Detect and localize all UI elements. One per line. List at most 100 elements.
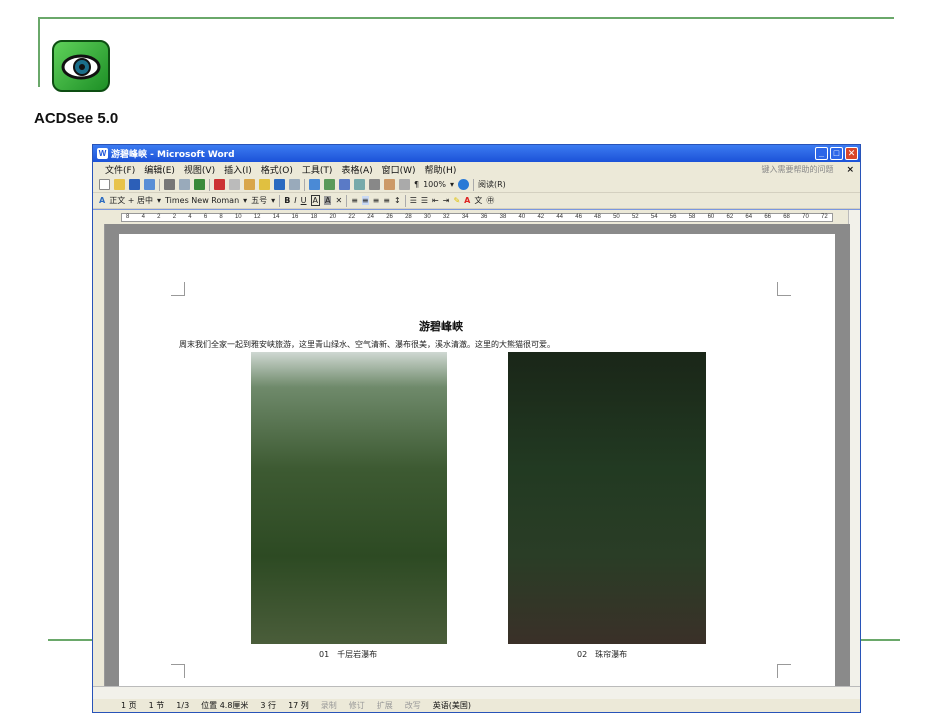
- line-spacing-icon[interactable]: ↕: [394, 196, 401, 205]
- status-rec[interactable]: 录制: [321, 700, 337, 711]
- font-color-icon[interactable]: A: [464, 196, 470, 205]
- undo-icon[interactable]: [274, 179, 285, 190]
- tables-icon[interactable]: [324, 179, 335, 190]
- minimize-button[interactable]: _: [815, 147, 828, 160]
- doc-map-icon[interactable]: [399, 179, 410, 190]
- word-window: W 游碧峰峡 - Microsoft Word _ □ ✕ 文件(F) 编辑(E…: [92, 144, 861, 713]
- document-area: 游碧峰峡 周末我们全家一起到雅安峡旅游，这里青山绿水、空气清新、瀑布很美，溪水清…: [105, 224, 850, 688]
- bullets-icon[interactable]: ☰: [421, 196, 428, 205]
- document-page[interactable]: 游碧峰峡 周末我们全家一起到雅安峡旅游，这里青山绿水、空气清新、瀑布很美，溪水清…: [119, 234, 835, 688]
- brand-name: ACDSee 5.0: [34, 110, 119, 127]
- cut-icon[interactable]: [214, 179, 225, 190]
- show-hide-icon[interactable]: ¶: [414, 180, 419, 189]
- read-button[interactable]: 阅读(R): [478, 179, 506, 190]
- menu-table[interactable]: 表格(A): [341, 163, 372, 176]
- ruler-tick: 36: [480, 214, 488, 220]
- align-right-icon[interactable]: ≡: [373, 196, 380, 205]
- horizontal-ruler[interactable]: 8 4 2 2 4 6 8 10 12 14 16 18 20 22 24 26 28 30 32 34 36 38 40 4…: [93, 210, 860, 224]
- styles-icon[interactable]: A: [99, 196, 105, 205]
- ruler-tick: 44: [556, 214, 564, 220]
- horizontal-scrollbar[interactable]: [93, 686, 860, 699]
- title-bar[interactable]: W 游碧峰峡 - Microsoft Word _ □ ✕: [93, 145, 860, 162]
- frame-line: [38, 17, 40, 87]
- border-char-icon[interactable]: A: [310, 195, 320, 206]
- shade-char-icon[interactable]: A: [324, 196, 332, 205]
- document-heading[interactable]: 游碧峰峡: [419, 318, 519, 334]
- status-ovr[interactable]: 改写: [405, 700, 421, 711]
- font-dropdown-icon[interactable]: ▾: [243, 196, 247, 205]
- justify-icon[interactable]: ≡: [383, 196, 390, 205]
- highlight-icon[interactable]: ✎: [453, 196, 460, 205]
- help-icon[interactable]: [457, 179, 469, 190]
- maximize-button[interactable]: □: [830, 147, 843, 160]
- bold-icon[interactable]: B: [284, 196, 290, 205]
- ruler-tick: 8: [126, 214, 130, 220]
- size-select[interactable]: 五号: [251, 195, 267, 206]
- status-ext[interactable]: 扩展: [377, 700, 393, 711]
- size-dropdown-icon[interactable]: ▾: [271, 196, 275, 205]
- caption-1[interactable]: 01 千层岩瀑布: [319, 649, 377, 660]
- print-icon[interactable]: [164, 179, 175, 190]
- menu-tools[interactable]: 工具(T): [302, 163, 333, 176]
- menu-file[interactable]: 文件(F): [105, 163, 135, 176]
- print-preview-icon[interactable]: [179, 179, 190, 190]
- columns-icon[interactable]: [369, 179, 380, 190]
- decrease-indent-icon[interactable]: ⇤: [432, 196, 439, 205]
- waterfall-photo-2[interactable]: [508, 352, 706, 644]
- waterfall-photo-1[interactable]: [251, 352, 447, 644]
- ruler-tick: 42: [537, 214, 545, 220]
- excel-icon[interactable]: [354, 179, 365, 190]
- hyperlink-icon[interactable]: [309, 179, 320, 190]
- align-center-icon[interactable]: ≡: [361, 196, 369, 205]
- open-icon[interactable]: [114, 179, 125, 190]
- menu-insert[interactable]: 插入(I): [224, 163, 252, 176]
- format-painter-icon[interactable]: [259, 179, 270, 190]
- ruler-tick: 72: [821, 214, 828, 220]
- phonetic-icon[interactable]: 文: [474, 195, 482, 206]
- numbering-icon[interactable]: ☰: [410, 196, 417, 205]
- close-doc-icon[interactable]: ×: [846, 165, 854, 175]
- redo-icon[interactable]: [289, 179, 300, 190]
- paste-icon[interactable]: [244, 179, 255, 190]
- menu-format[interactable]: 格式(O): [261, 163, 293, 176]
- increase-indent-icon[interactable]: ⇥: [443, 196, 450, 205]
- separator: [404, 194, 406, 207]
- vertical-ruler[interactable]: [93, 224, 105, 688]
- scale-icon[interactable]: ✕: [335, 196, 342, 205]
- ruler-tick: 58: [688, 214, 696, 220]
- help-search-input[interactable]: 键入需要帮助的问题: [761, 164, 833, 175]
- menu-help[interactable]: 帮助(H): [425, 163, 457, 176]
- close-button[interactable]: ✕: [845, 147, 858, 160]
- ruler-tick: 26: [386, 214, 393, 220]
- zoom-select[interactable]: 100%: [423, 180, 446, 189]
- ruler-tick: 70: [802, 214, 809, 220]
- style-select[interactable]: 正文 + 居中: [109, 195, 153, 206]
- ruler-tick: 56: [669, 214, 677, 220]
- enclose-char-icon[interactable]: ㊥: [486, 195, 494, 206]
- ruler-track: 8 4 2 2 4 6 8 10 12 14 16 18 20 22 24 26 28 30 32 34 36 38 40 4…: [121, 213, 833, 222]
- ruler-tick: 64: [745, 214, 753, 220]
- caption-2[interactable]: 02 珠帘瀑布: [577, 649, 627, 660]
- copy-icon[interactable]: [229, 179, 240, 190]
- insert-table-icon[interactable]: [339, 179, 350, 190]
- document-paragraph[interactable]: 周末我们全家一起到雅安峡旅游，这里青山绿水、空气清新、瀑布很美，溪水清澈。这里的…: [179, 339, 819, 350]
- status-trk[interactable]: 修订: [349, 700, 365, 711]
- font-select[interactable]: Times New Roman: [165, 196, 239, 205]
- menu-view[interactable]: 视图(V): [184, 163, 215, 176]
- separator: [472, 178, 474, 191]
- italic-icon[interactable]: I: [294, 196, 296, 205]
- save-icon[interactable]: [129, 179, 140, 190]
- spelling-icon[interactable]: [194, 179, 205, 190]
- margin-corner: [777, 282, 791, 296]
- zoom-dropdown-icon[interactable]: ▾: [450, 180, 454, 189]
- align-left-icon[interactable]: ≡: [351, 196, 358, 205]
- drawing-icon[interactable]: [384, 179, 395, 190]
- permission-icon[interactable]: [144, 179, 155, 190]
- menu-window[interactable]: 窗口(W): [382, 163, 416, 176]
- ruler-tick: 2: [157, 214, 161, 220]
- new-icon[interactable]: [99, 179, 110, 190]
- underline-icon[interactable]: U: [301, 196, 307, 205]
- style-dropdown-icon[interactable]: ▾: [157, 196, 161, 205]
- menu-edit[interactable]: 编辑(E): [144, 163, 175, 176]
- ruler-tick: 4: [188, 214, 192, 220]
